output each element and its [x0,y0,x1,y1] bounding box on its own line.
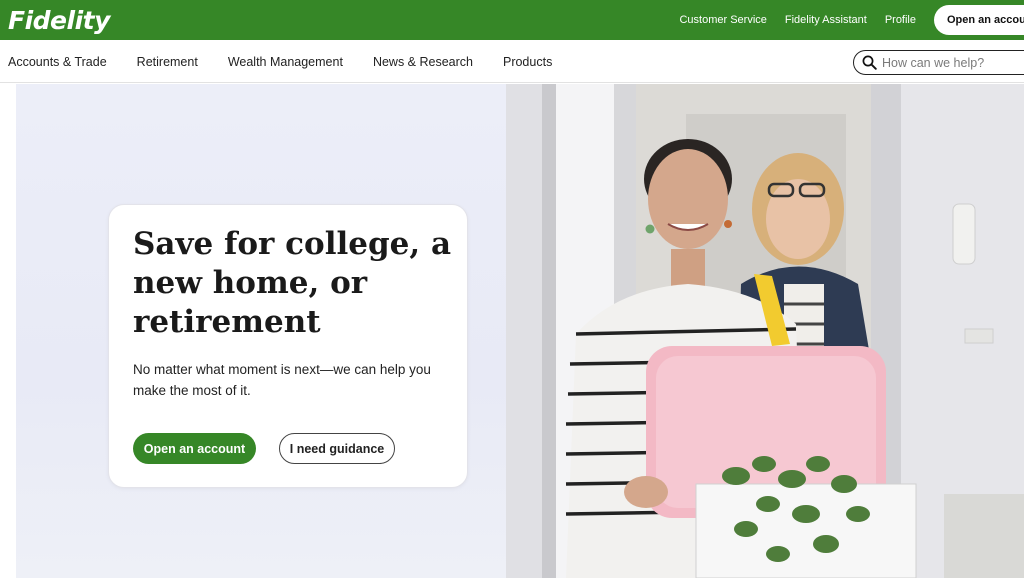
search-input[interactable] [882,55,1024,70]
hero-headline: Save for college, a new home, or retirem… [133,226,452,340]
need-guidance-button[interactable]: I need guidance [279,433,395,464]
nav-products[interactable]: Products [503,55,552,69]
nav-retirement[interactable]: Retirement [137,55,198,69]
search-icon [862,55,877,70]
fidelity-assistant-link[interactable]: Fidelity Assistant [785,14,867,26]
profile-link[interactable]: Profile [885,14,916,26]
fidelity-logo[interactable]: Fidelity [8,6,110,35]
nav-news-research[interactable]: News & Research [373,55,473,69]
open-account-top-button[interactable]: Open an account [934,5,1024,35]
hero-subtext: No matter what moment is next—we can hel… [133,362,431,398]
search-box[interactable] [853,50,1024,75]
nav-accounts-trade[interactable]: Accounts & Trade [8,55,107,69]
customer-service-link[interactable]: Customer Service [679,14,766,26]
nav-wealth-management[interactable]: Wealth Management [228,55,343,69]
hero-section: Save for college, a new home, or retirem… [16,84,1024,578]
nav-menu: Accounts & Trade Retirement Wealth Manag… [8,40,582,83]
open-account-button[interactable]: Open an account [133,433,256,464]
utility-links: Customer Service Fidelity Assistant Prof… [679,0,1024,40]
hero-card: Save for college, a new home, or retirem… [108,204,468,488]
top-bar: Fidelity Customer Service Fidelity Assis… [0,0,1024,40]
hero-photo [506,84,1024,578]
